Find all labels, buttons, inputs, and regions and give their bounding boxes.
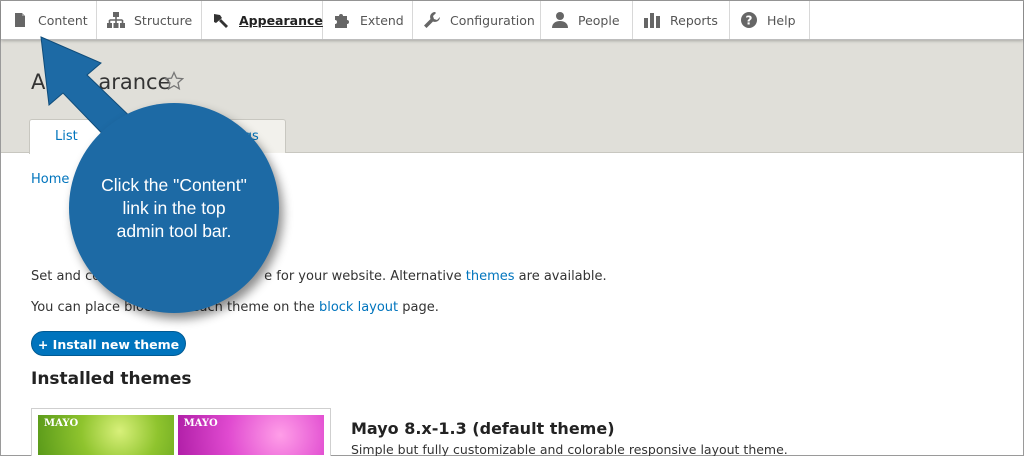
callout-text: Click the "Content" link in the top admi… bbox=[101, 174, 247, 241]
instruction-callout: Click the "Content" link in the top admi… bbox=[69, 103, 279, 313]
